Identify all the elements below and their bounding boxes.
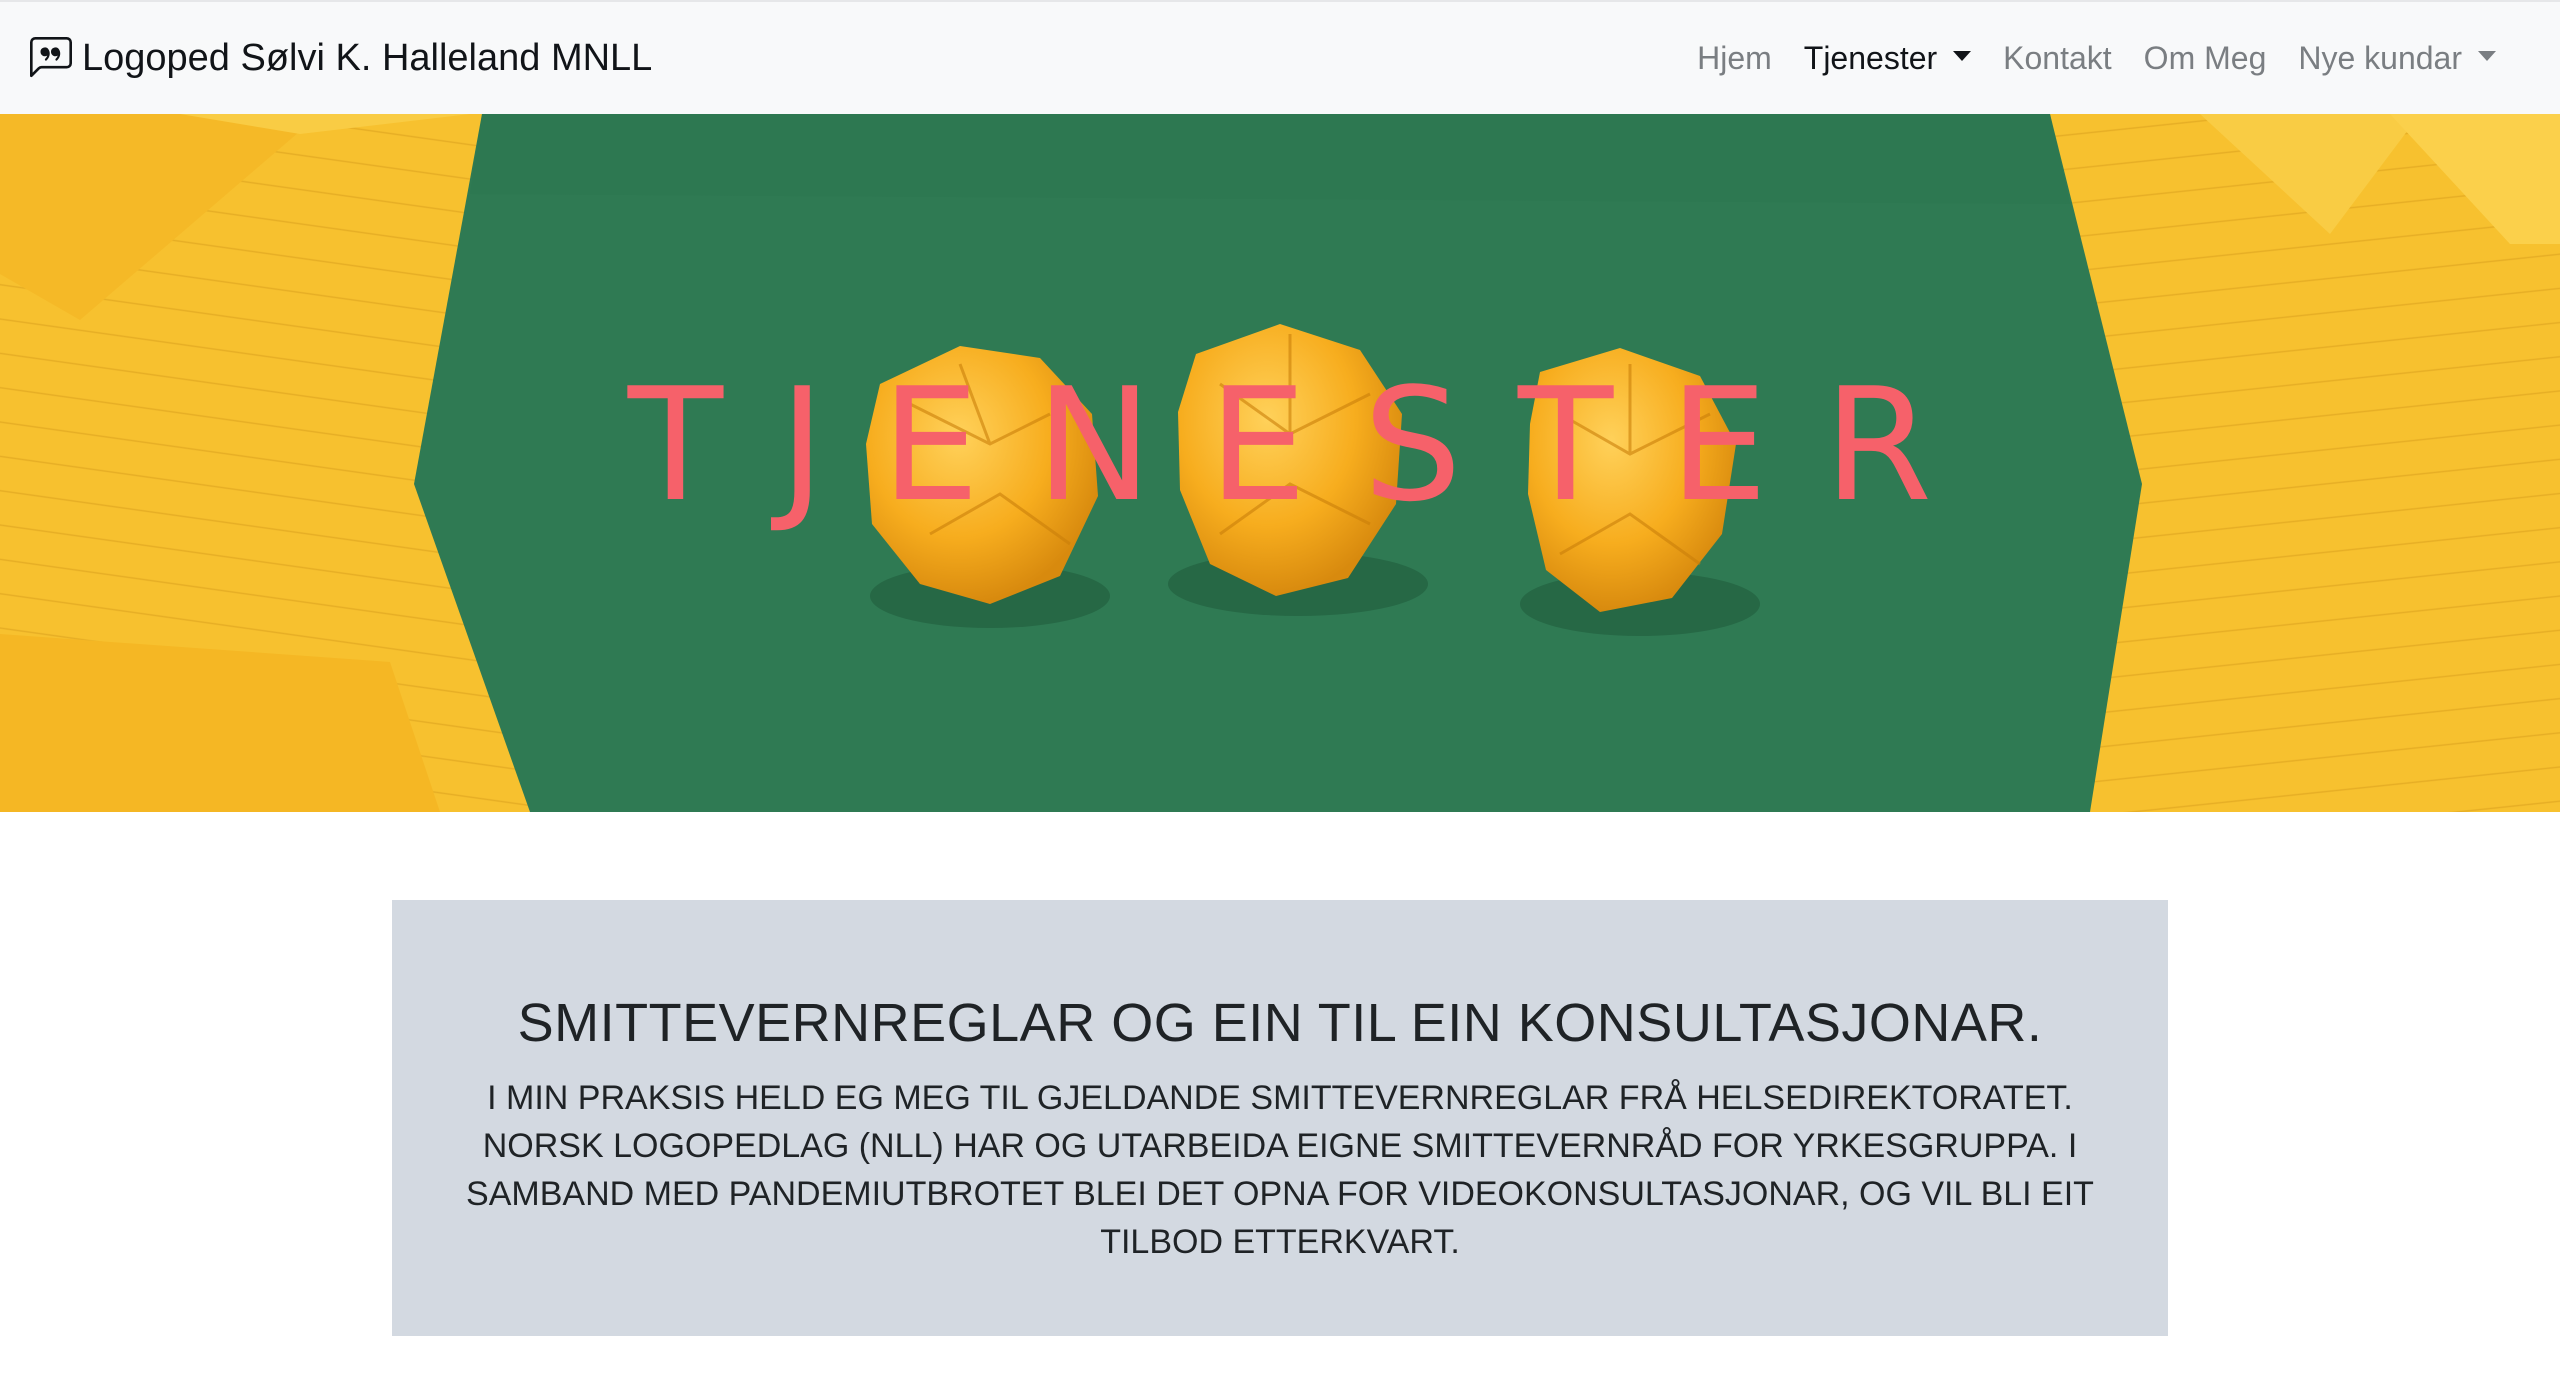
navbar: Logoped Sølvi K. Halleland MNLL Hjem Tje… <box>0 0 2560 114</box>
hero-banner: TJENESTER <box>0 114 2560 812</box>
nav-home[interactable]: Hjem <box>1681 40 1788 77</box>
brand-link[interactable]: Logoped Sølvi K. Halleland MNLL <box>30 37 652 80</box>
nav-new-clients-dropdown[interactable]: Nye kundar <box>2282 40 2512 77</box>
nav-contact[interactable]: Kontakt <box>1987 40 2128 77</box>
hero-title: TJENESTER <box>627 354 1989 536</box>
info-notice-box: SMITTEVERNREGLAR OG EIN TIL EIN KONSULTA… <box>392 900 2168 1336</box>
notice-heading: SMITTEVERNREGLAR OG EIN TIL EIN KONSULTA… <box>517 993 2043 1053</box>
main-nav: Hjem Tjenester Kontakt Om Meg Nye kundar <box>1681 40 2512 77</box>
caret-down-icon <box>2478 51 2496 61</box>
nav-services-label: Tjenester <box>1803 39 1938 76</box>
chat-quote-icon <box>30 37 72 79</box>
notice-body: I MIN PRAKSIS HELD EG MEG TIL GJELDANDE … <box>466 1079 2094 1261</box>
brand-name: Logoped Sølvi K. Halleland MNLL <box>82 36 653 79</box>
caret-down-icon <box>1953 51 1972 61</box>
nav-services-dropdown[interactable]: Tjenester <box>1788 40 1987 77</box>
nav-about[interactable]: Om Meg <box>2128 40 2283 77</box>
nav-new-clients-label: Nye kundar <box>2298 39 2462 76</box>
